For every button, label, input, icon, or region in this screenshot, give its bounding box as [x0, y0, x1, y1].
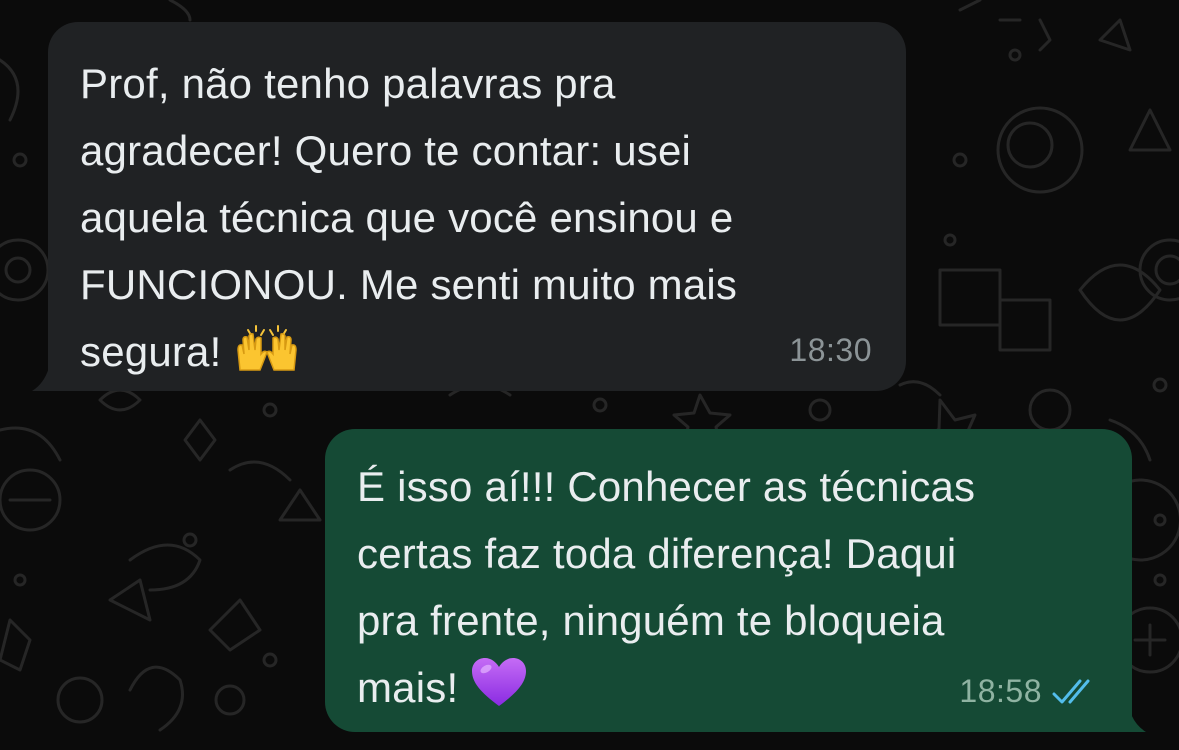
- incoming-message-bubble[interactable]: Prof, não tenho palavras pra agradecer! …: [48, 22, 906, 391]
- raising-hands-emoji-icon: [234, 324, 300, 391]
- outgoing-message-meta: 18:58: [959, 673, 1098, 710]
- double-check-read-icon: [1052, 677, 1098, 707]
- message-line: certas faz toda diferença! Daqui: [357, 530, 957, 577]
- message-line: aquela técnica que você ensinou e: [80, 194, 734, 241]
- message-timestamp: 18:58: [959, 673, 1042, 709]
- incoming-message-meta: 18:30: [789, 332, 872, 369]
- message-line: agradecer! Quero te contar: usei: [80, 127, 692, 174]
- message-line: É isso aí!!! Conhecer as técnicas: [357, 463, 976, 510]
- message-line: pra frente, ninguém te bloqueia: [357, 597, 945, 644]
- message-line: FUNCIONOU. Me senti muito mais: [80, 261, 738, 308]
- message-line: segura!: [80, 328, 222, 375]
- outgoing-message-bubble[interactable]: É isso aí!!! Conhecer as técnicas certas…: [325, 429, 1132, 732]
- incoming-message-text: Prof, não tenho palavras pra agradecer! …: [80, 50, 874, 391]
- purple-heart-emoji-icon: [470, 656, 528, 727]
- message-line: Prof, não tenho palavras pra: [80, 60, 616, 107]
- message-timestamp: 18:30: [789, 332, 872, 368]
- chat-thread: Prof, não tenho palavras pra agradecer! …: [0, 0, 1179, 750]
- message-line: mais!: [357, 664, 459, 711]
